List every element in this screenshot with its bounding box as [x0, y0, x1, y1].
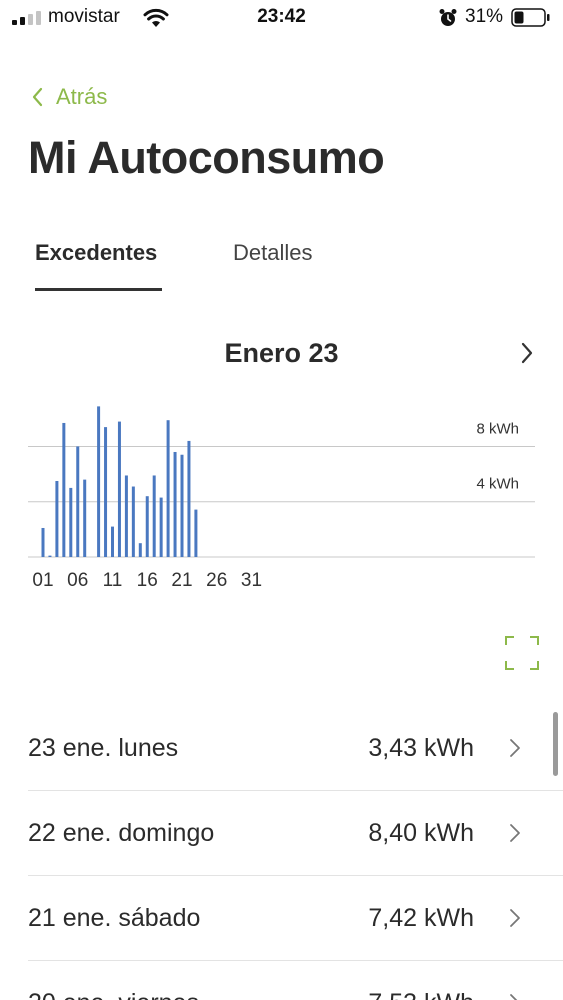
- chart-bar: [104, 427, 108, 557]
- chevron-right-icon: [510, 994, 518, 1000]
- list-item-date: 21 ene. sábado: [28, 904, 201, 932]
- x-tick-label: 16: [137, 570, 158, 591]
- x-tick-label: 26: [206, 570, 227, 591]
- chart-bar: [62, 422, 66, 557]
- list-item-date: 20 ene. viernes: [28, 989, 199, 1000]
- tab-detalles[interactable]: Detalles: [233, 240, 312, 266]
- chevron-right-icon: [510, 739, 520, 757]
- chart-bar: [194, 509, 198, 557]
- gridline-label: 8 kWh: [476, 420, 519, 437]
- tab-excedentes[interactable]: Excedentes: [35, 240, 157, 266]
- daily-list: 23 ene. lunes 3,43 kWh 22 ene. domingo 8…: [28, 706, 563, 1000]
- x-tick-label: 06: [67, 570, 88, 591]
- chart-bar: [173, 451, 177, 557]
- status-bar: movistar 23:42 31%: [0, 0, 563, 36]
- chart-bar: [111, 526, 114, 557]
- x-tick-label: 01: [32, 570, 53, 591]
- list-item-date: 22 ene. domingo: [28, 819, 215, 847]
- chart-bar: [180, 454, 184, 557]
- chart-bar: [69, 487, 73, 557]
- x-tick-label: 11: [103, 570, 123, 591]
- x-tick-label: 21: [171, 570, 192, 591]
- list-item[interactable]: 23 ene. lunes 3,43 kWh: [28, 706, 563, 791]
- chart-bar: [117, 421, 121, 557]
- chart-bar: [48, 555, 52, 557]
- chevron-right-icon: [510, 824, 520, 842]
- scrollbar[interactable]: [553, 712, 558, 776]
- alarm-icon: [439, 9, 457, 26]
- list-item-value: 7,42 kWh: [368, 904, 474, 932]
- chart-bar: [187, 440, 191, 557]
- chart-month-title: Enero 23: [224, 338, 339, 368]
- chart-bar: [76, 446, 80, 557]
- chevron-right-icon: [510, 909, 520, 927]
- active-tab-indicator: [35, 288, 162, 291]
- chart-bar: [41, 527, 45, 557]
- battery-percentage: 31%: [465, 6, 504, 27]
- list-item-value: 8,40 kWh: [368, 819, 474, 847]
- list-item[interactable]: 20 ene. viernes 7,53 kWh: [28, 961, 563, 1000]
- expand-icon[interactable]: [505, 636, 539, 670]
- excedentes-bar-chart: 4 kWh 8 kWh 01 06 11 16 21 26 31: [28, 406, 535, 591]
- page-title: Mi Autoconsumo: [28, 132, 385, 183]
- battery-icon: [511, 8, 550, 27]
- chart-bar: [97, 406, 101, 557]
- list-item-date: 23 ene. lunes: [28, 734, 179, 762]
- chart-bar: [166, 420, 170, 557]
- back-button[interactable]: Atrás: [28, 82, 107, 112]
- list-item-value: 7,53 kWh: [368, 989, 474, 1000]
- x-tick-label: 31: [241, 570, 262, 591]
- chart-bar: [55, 481, 59, 557]
- chart-bar: [159, 497, 163, 557]
- chart-bar: [131, 486, 135, 557]
- chart-bar: [152, 475, 156, 557]
- list-item[interactable]: 22 ene. domingo 8,40 kWh: [28, 791, 563, 876]
- chart-bar: [124, 475, 128, 557]
- chevron-left-icon: [32, 87, 43, 107]
- gridline-label: 4 kWh: [476, 476, 519, 493]
- list-item-value: 3,43 kWh: [368, 734, 474, 762]
- chart-bar: [145, 496, 149, 557]
- list-item[interactable]: 21 ene. sábado 7,42 kWh: [28, 876, 563, 961]
- chart-bar: [83, 479, 87, 557]
- chart-bar: [138, 543, 142, 557]
- back-label: Atrás: [56, 84, 108, 109]
- next-month-button[interactable]: [516, 340, 538, 366]
